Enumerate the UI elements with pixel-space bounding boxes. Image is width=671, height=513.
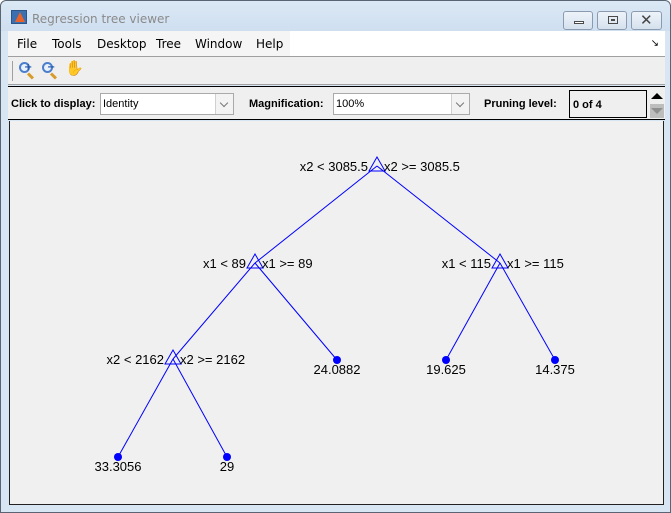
hand-icon: ✋ bbox=[65, 59, 84, 77]
branch-right-rule[interactable]: x1 >= 115 bbox=[507, 256, 564, 271]
menu-tree[interactable]: Tree bbox=[156, 37, 181, 51]
tree-edge[interactable] bbox=[172, 262, 256, 360]
menu-desktop[interactable]: Desktop bbox=[97, 37, 147, 51]
leaf-value[interactable]: 33.3056 bbox=[95, 459, 142, 474]
tree-edge[interactable] bbox=[445, 262, 501, 361]
leaf-value[interactable]: 29 bbox=[220, 459, 234, 474]
chevron-down-icon[interactable] bbox=[215, 94, 233, 114]
click-to-display-label: Click to display: bbox=[11, 98, 96, 110]
maximize-button[interactable] bbox=[597, 11, 627, 30]
minimize-button[interactable] bbox=[563, 11, 593, 30]
magnification-label: Magnification: bbox=[249, 98, 324, 110]
minimize-icon bbox=[574, 21, 584, 24]
menu-tools[interactable]: Tools bbox=[52, 37, 82, 51]
branch-left-rule[interactable]: x2 < 2162 bbox=[107, 352, 164, 367]
zoom-in-button[interactable]: + bbox=[18, 61, 38, 81]
leaf-value[interactable]: 24.0882 bbox=[314, 362, 361, 377]
zoom-out-button[interactable]: − bbox=[41, 61, 61, 81]
spinner-down-button[interactable] bbox=[650, 104, 664, 118]
branch-node-triangle[interactable] bbox=[246, 252, 264, 269]
menu-bar: File Tools Desktop Tree Window Help ↘ bbox=[8, 31, 665, 57]
maximize-icon bbox=[608, 16, 618, 24]
tree-edge[interactable] bbox=[254, 165, 378, 264]
leaf-value[interactable]: 19.625 bbox=[426, 362, 466, 377]
pan-button[interactable]: ✋ bbox=[65, 59, 85, 81]
pruning-level-value: 0 of 4 bbox=[573, 99, 602, 111]
click-to-display-value: Identity bbox=[103, 98, 139, 110]
magnification-value: 100% bbox=[336, 98, 365, 110]
branch-left-rule[interactable]: x1 < 115 bbox=[442, 256, 491, 271]
leaf-value[interactable]: 14.375 bbox=[535, 362, 575, 377]
magnification-dropdown[interactable]: 100% bbox=[333, 93, 470, 115]
toolbar: + − ✋ bbox=[8, 57, 665, 85]
branch-right-rule[interactable]: x2 >= 3085.5 bbox=[384, 159, 460, 174]
menu-window[interactable]: Window bbox=[195, 37, 242, 51]
branch-node-triangle[interactable] bbox=[368, 155, 386, 172]
tree-canvas[interactable]: x2 < 3085.5 x2 >= 3085.5 x1 < 89 x1 >= 89 x1… bbox=[9, 121, 664, 505]
close-button[interactable]: ✕ bbox=[631, 11, 662, 30]
pruning-level-label: Pruning level: bbox=[484, 98, 557, 110]
click-to-display-dropdown[interactable]: Identity bbox=[100, 93, 234, 115]
tree-edge[interactable] bbox=[172, 358, 228, 458]
branch-left-rule[interactable]: x1 < 89 bbox=[203, 256, 246, 271]
tree-edge[interactable] bbox=[499, 262, 556, 361]
pruning-spinner[interactable] bbox=[650, 89, 664, 119]
control-panel: Click to display: Identity Magnification… bbox=[8, 86, 665, 120]
window-title: Regression tree viewer bbox=[32, 12, 170, 26]
title-bar[interactable]: Regression tree viewer ✕ bbox=[1, 1, 670, 31]
branch-right-rule[interactable]: x1 >= 89 bbox=[262, 256, 313, 271]
tree-edge[interactable] bbox=[254, 262, 338, 361]
tree-plot[interactable]: x2 < 3085.5 x2 >= 3085.5 x1 < 89 x1 >= 89 x1… bbox=[10, 121, 665, 505]
pruning-level-display: 0 of 4 bbox=[569, 90, 647, 118]
spinner-up-button[interactable] bbox=[650, 89, 664, 103]
branch-right-rule[interactable]: x2 >= 2162 bbox=[180, 352, 245, 367]
app-window: Regression tree viewer ✕ File Tools Desk… bbox=[0, 0, 671, 513]
tree-edge[interactable] bbox=[376, 165, 501, 264]
branch-node-triangle[interactable] bbox=[491, 252, 509, 269]
tree-edge[interactable] bbox=[117, 358, 174, 458]
dock-arrow-icon[interactable]: ↘ bbox=[651, 38, 659, 49]
chevron-down-icon[interactable] bbox=[451, 94, 469, 114]
close-icon: ✕ bbox=[640, 11, 653, 29]
menu-help[interactable]: Help bbox=[256, 37, 283, 51]
toolbar-separator bbox=[12, 61, 13, 81]
matlab-logo-icon bbox=[11, 10, 27, 24]
menu-file[interactable]: File bbox=[17, 37, 37, 51]
branch-left-rule[interactable]: x2 < 3085.5 bbox=[300, 159, 368, 174]
